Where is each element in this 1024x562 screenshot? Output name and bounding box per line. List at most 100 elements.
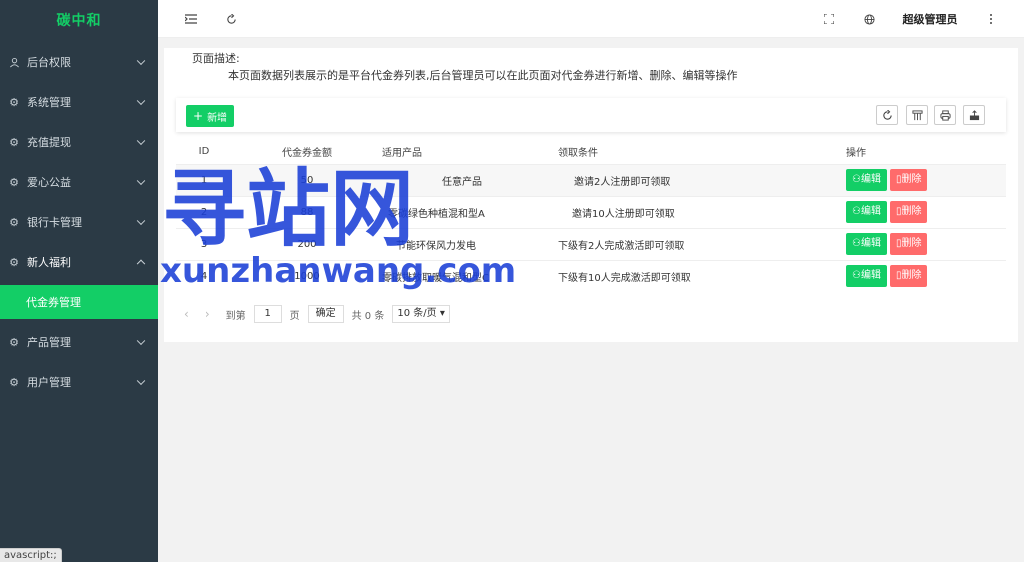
edit-button[interactable]: ⚇编辑: [846, 233, 887, 255]
chevron-down-icon: [136, 96, 146, 106]
table-row[interactable]: 3 200 节能环保风力发电 下级有2人完成激活即可领取 ⚇编辑 ▯删除: [176, 227, 1006, 260]
cell-product: 节能环保风力发电: [382, 227, 558, 260]
user-icon: [8, 56, 20, 68]
sidebar-item-label: 新人福利: [27, 256, 71, 269]
sidebar-item-charity[interactable]: ⚙ 爱心公益: [0, 162, 158, 202]
sidebar-item-label: 充值提现: [27, 136, 71, 149]
chevron-down-icon: ▾: [439, 308, 445, 319]
sidebar-item-label: 系统管理: [27, 96, 71, 109]
cell-amount: 200: [232, 227, 382, 260]
cell-product: 任意产品: [382, 163, 558, 196]
page-description: 页面描述: 本页面数据列表展示的是平台代金券列表,后台管理员可以在此页面对代金券…: [192, 52, 992, 84]
cell-id: 3: [176, 227, 232, 260]
gear-icon: ⚙: [9, 135, 19, 149]
sidebar-item-newcomer[interactable]: ⚙ 新人福利: [0, 242, 158, 282]
confirm-button[interactable]: 确定: [307, 305, 344, 323]
table-row[interactable]: 2 88 零碳绿色种植混和型A 邀请10人注册即可领取 ⚇编辑 ▯删除: [176, 195, 1006, 228]
sidebar-item-recharge[interactable]: ⚙ 充值提现: [0, 122, 158, 162]
gear-icon: ⚙: [9, 335, 19, 349]
next-page-icon[interactable]: ›: [205, 307, 210, 321]
total-count: 共 0 条: [351, 310, 385, 322]
user-menu[interactable]: 超级管理员: [900, 0, 960, 38]
cell-condition: 下级有2人完成激活即可领取: [558, 227, 846, 260]
delete-button[interactable]: ▯删除: [889, 169, 928, 191]
content-panel: 页面描述: 本页面数据列表展示的是平台代金券列表,后台管理员可以在此页面对代金券…: [164, 48, 1018, 342]
edit-button[interactable]: ⚇编辑: [846, 201, 887, 223]
sidebar-item-system[interactable]: ⚙ 系统管理: [0, 82, 158, 122]
cell-actions: ⚇编辑 ▯删除: [846, 163, 1006, 196]
plus-icon: +: [193, 109, 204, 123]
edit-label: 编辑: [860, 238, 881, 249]
refresh-icon[interactable]: [876, 105, 898, 125]
cell-actions: ⚇编辑 ▯删除: [846, 227, 1006, 260]
edit-button[interactable]: ⚇编辑: [846, 265, 887, 288]
print-icon[interactable]: [934, 105, 956, 125]
cell-condition: 下级有10人完成激活即可领取: [558, 259, 846, 292]
chevron-down-icon: [136, 176, 146, 186]
sidebar-item-permissions[interactable]: 后台权限: [0, 42, 158, 82]
description-title: 页面描述:: [192, 52, 240, 65]
delete-label: 删除: [901, 174, 922, 185]
description-text: 本页面数据列表展示的是平台代金券列表,后台管理员可以在此页面对代金券进行新增、删…: [228, 69, 738, 82]
sidebar-item-bankcard[interactable]: ⚙ 银行卡管理: [0, 202, 158, 242]
edit-icon: ⚇: [852, 270, 861, 282]
edit-label: 编辑: [860, 206, 881, 217]
chevron-down-icon: [136, 216, 146, 226]
table-row[interactable]: 1 50 任意产品 邀请2人注册即可领取 ⚇编辑 ▯删除: [176, 163, 1006, 196]
cell-product: 零碳绿色种植混和型A: [382, 195, 558, 228]
edit-icon: ⚇: [852, 174, 861, 185]
header-amount: 代金券金额: [282, 148, 332, 160]
page-size-select[interactable]: 10 条/页 ▾: [392, 305, 450, 323]
gear-icon: ⚙: [9, 375, 19, 389]
sidebar-item-users[interactable]: ⚙ 用户管理: [0, 362, 158, 402]
edit-label: 编辑: [860, 174, 881, 185]
delete-label: 删除: [901, 270, 922, 282]
menu-fold-icon[interactable]: [184, 0, 198, 38]
delete-button[interactable]: ▯删除: [889, 265, 928, 288]
chevron-down-icon: [136, 56, 146, 66]
sidebar-subitem-voucher[interactable]: 代金券管理: [0, 285, 158, 319]
pagination: ‹ › 到第 1 页 确定 共 0 条 10 条/页 ▾: [184, 304, 450, 324]
cell-condition: 邀请10人注册即可领取: [558, 195, 846, 228]
delete-button[interactable]: ▯删除: [889, 233, 928, 255]
refresh-icon[interactable]: [224, 0, 238, 38]
export-icon[interactable]: [963, 105, 985, 125]
delete-button[interactable]: ▯删除: [889, 201, 928, 223]
cell-amount: 50: [232, 163, 382, 196]
edit-icon: ⚇: [852, 206, 861, 217]
table-row[interactable]: 4 1000 零碳排放取暖气混和型C 下级有10人完成激活即可领取 ⚇编辑 ▯删除: [176, 259, 1006, 292]
status-bar-tooltip: avascript:;: [0, 548, 62, 562]
gear-icon: ⚙: [9, 175, 19, 189]
cell-condition: 邀请2人注册即可领取: [558, 163, 846, 196]
globe-icon[interactable]: [862, 0, 876, 38]
page-unit-label: 页: [289, 310, 300, 322]
edit-button[interactable]: ⚇编辑: [846, 169, 887, 191]
more-icon[interactable]: [984, 0, 998, 38]
add-button-label: 新增: [207, 112, 228, 124]
columns-icon[interactable]: [906, 105, 928, 125]
gear-icon: ⚙: [9, 215, 19, 229]
sidebar-item-label: 爱心公益: [27, 176, 71, 189]
edit-icon: ⚇: [852, 238, 861, 249]
prev-page-icon[interactable]: ‹: [184, 307, 189, 321]
cell-amount: 1000: [232, 259, 382, 292]
edit-label: 编辑: [860, 270, 881, 282]
cell-id: 4: [176, 259, 232, 292]
sidebar-item-products[interactable]: ⚙ 产品管理: [0, 322, 158, 362]
voucher-table: ID 代金券金额 适用产品 领取条件 操作 1 50 任意产品 邀请2人注册即可…: [176, 140, 1006, 292]
chevron-down-icon: [136, 336, 146, 346]
chevron-up-icon: [136, 259, 146, 269]
sidebar-item-label: 银行卡管理: [27, 216, 82, 229]
sidebar-item-label: 用户管理: [27, 376, 71, 389]
header-actions: 操作: [846, 148, 866, 160]
cell-product: 零碳排放取暖气混和型C: [382, 259, 558, 292]
page-input[interactable]: 1: [253, 305, 282, 323]
cell-actions: ⚇编辑 ▯删除: [846, 195, 1006, 228]
sidebar-item-label: 产品管理: [27, 336, 71, 349]
fullscreen-icon[interactable]: [822, 0, 836, 38]
app-logo: 碳中和: [56, 13, 102, 29]
add-button[interactable]: + 新增: [186, 105, 235, 127]
delete-label: 删除: [901, 206, 922, 217]
goto-label: 到第: [225, 310, 246, 322]
header-id: ID: [198, 146, 210, 158]
